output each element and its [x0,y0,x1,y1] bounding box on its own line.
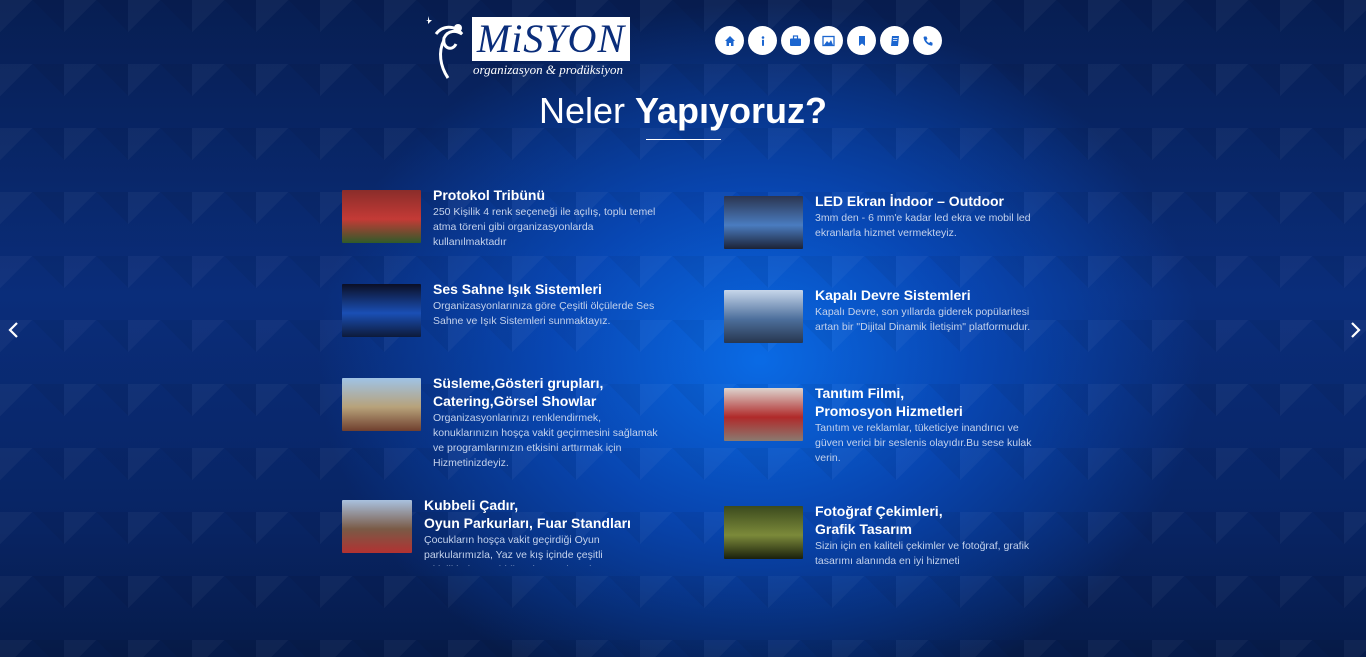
service-description: Çocukların hoşça vakit geçirdiği Oyun pa… [424,534,603,566]
service-thumbnail [342,190,421,243]
service-description: Kapalı Devre, son yıllarda giderek popül… [815,306,1031,333]
chevron-left-icon [8,322,18,338]
section-heading: Neler Yapıyoruz? [0,88,1366,134]
service-title: Protokol Tribünü [433,187,545,203]
carousel-next-button[interactable] [1346,320,1364,340]
service-thumbnail [342,500,412,553]
info-icon [761,35,764,46]
service-clip-area: Kubbeli Çadır, Oyun Parkurları, Fuar Sta… [342,496,662,566]
service-description: Sizin için en kaliteli çekimler ve fotoğ… [815,540,1030,567]
service-title: Ses Sahne Işık Sistemleri [433,281,602,297]
heading-bold: Yapıyoruz? [635,90,828,131]
logo-tagline: organizasyon & prodüksiyon [473,62,623,77]
service-title: Kapalı Devre Sistemleri [815,287,971,303]
service-item[interactable]: LED Ekran İndoor – Outdoor 3mm den - 6 m… [724,192,1034,249]
service-item[interactable]: Protokol Tribünü 250 Kişilik 4 renk seçe… [342,186,655,250]
chevron-right-icon [1351,322,1361,338]
nav-catalog-button[interactable] [880,26,909,55]
service-description: 3mm den - 6 mm'e kadar led ekra ve mobil… [815,212,1031,239]
service-item[interactable]: Ses Sahne Işık Sistemleri Organizasyonla… [342,280,654,337]
image-icon [822,35,835,46]
service-thumbnail [724,506,803,559]
service-title: LED Ekran İndoor – Outdoor [815,193,1005,209]
service-thumbnail [724,388,803,441]
nav-services-button[interactable] [781,26,810,55]
nav-contact-button[interactable] [913,26,942,55]
book-icon [890,35,899,46]
service-thumbnail [342,284,421,337]
carousel-prev-button[interactable] [5,320,23,340]
service-item[interactable]: Kubbeli Çadır, Oyun Parkurları, Fuar Sta… [342,496,652,566]
service-thumbnail [724,196,803,249]
service-item[interactable]: Süsleme,Gösteri grupları, Catering,Görse… [342,374,658,471]
service-thumbnail [724,290,803,343]
site-logo[interactable]: MiSYON organizasyon & prodüksiyon [422,12,634,82]
service-thumbnail [342,378,421,431]
service-title: Tanıtım Filmi, Promosyon Hizmetleri [815,385,963,419]
service-description: Tanıtım ve reklamlar, tüketiciye inandır… [815,422,1032,464]
top-nav [715,26,946,55]
service-title: Süsleme,Gösteri grupları, Catering,Görse… [433,375,604,409]
nav-references-button[interactable] [847,26,876,55]
service-item[interactable]: Fotoğraf Çekimleri, Grafik Tasarım Sizin… [724,502,1034,569]
bookmark-icon [858,35,865,46]
service-item[interactable]: Tanıtım Filmi, Promosyon Hizmetleri Tanı… [724,384,1034,466]
phone-icon [923,36,932,46]
service-description: Organizasyonlarınıza göre Çeşitli ölçüle… [433,300,655,327]
service-item[interactable]: Kapalı Devre Sistemleri Kapalı Devre, so… [724,286,1034,343]
nav-home-button[interactable] [715,26,744,55]
home-icon [724,35,735,46]
service-description: 250 Kişilik 4 renk seçeneği ile açılış, … [433,206,656,248]
heading-light: Neler [538,90,625,131]
service-title: Kubbeli Çadır, Oyun Parkurları, Fuar Sta… [424,497,631,531]
briefcase-icon [790,34,801,46]
heading-underline [646,139,721,140]
nav-about-button[interactable] [748,26,777,55]
service-description: Organizasyonlarınızı renklendirmek, konu… [433,412,658,469]
nav-gallery-button[interactable] [814,26,843,55]
service-title: Fotoğraf Çekimleri, Grafik Tasarım [815,503,943,537]
logo-wordmark: MiSYON [476,16,626,61]
